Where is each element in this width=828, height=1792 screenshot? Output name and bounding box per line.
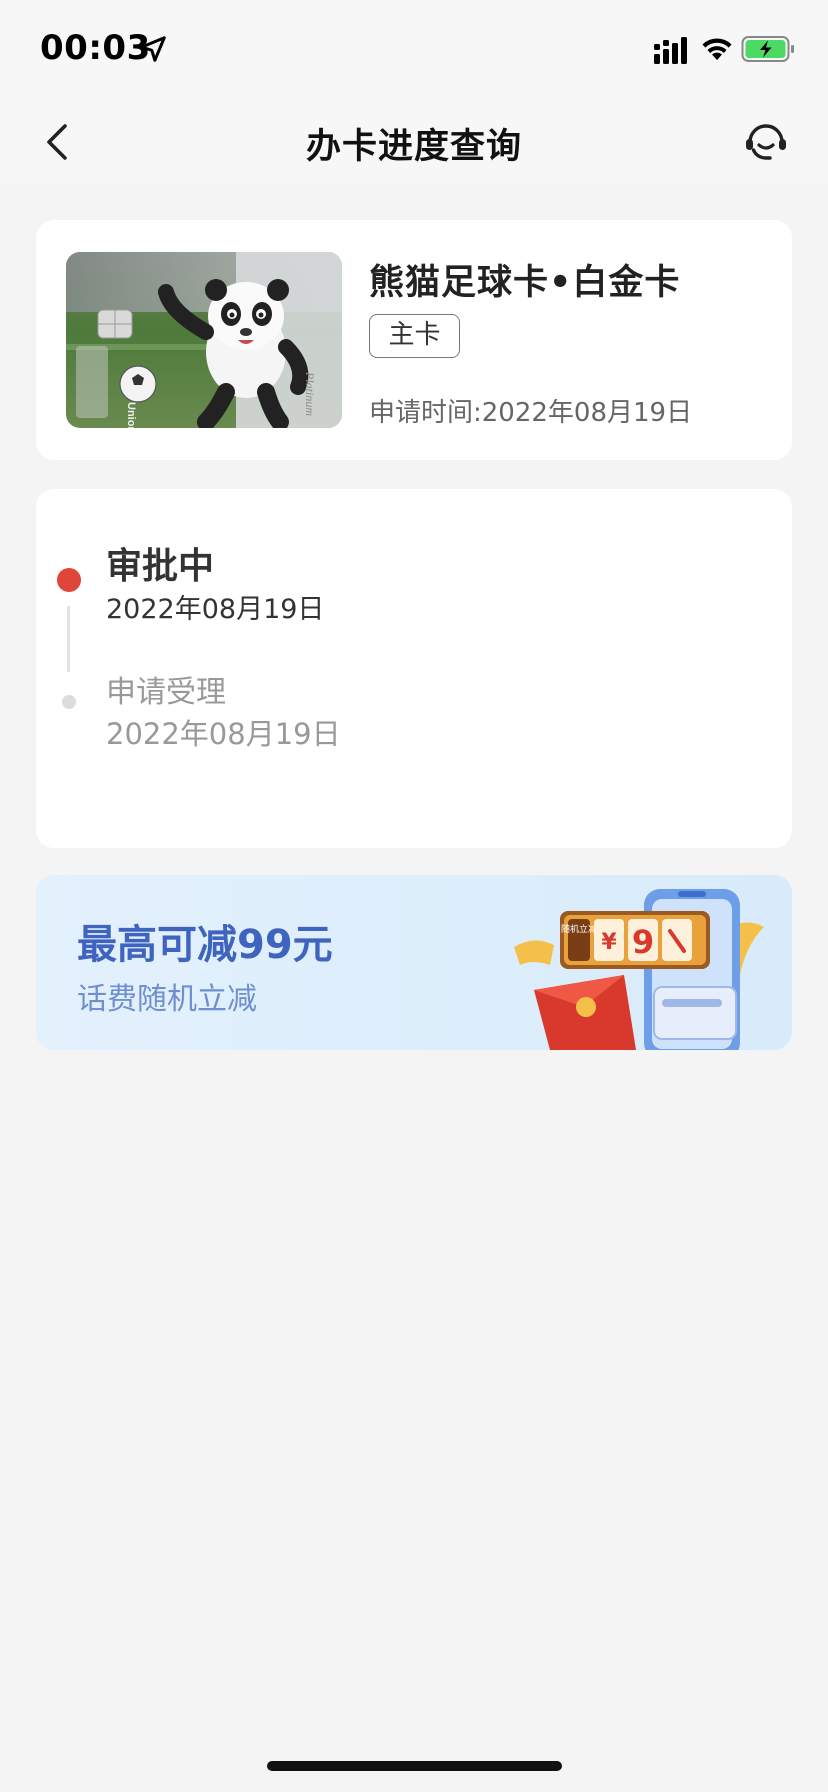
card-info-panel[interactable]: UnionPay Platinum 熊猫足球卡•白金卡 主卡 申请时间:2022… [36, 220, 792, 460]
apply-time: 申请时间:2022年08月19日 [369, 398, 693, 428]
step-title-current: 审批中 [106, 546, 215, 587]
svg-text:Platinum: Platinum [303, 371, 317, 416]
status-time: 00:03 [40, 28, 151, 68]
status-bar: 00:03 [0, 0, 828, 100]
location-arrow-icon [140, 36, 166, 62]
banner-subtitle: 话费随机立减 [77, 982, 257, 1017]
timeline-dot-inactive [62, 695, 76, 709]
promo-banner[interactable]: 最高可减99元 话费随机立减 随机立减 ¥ 9 [36, 875, 792, 1050]
page-title: 办卡进度查询 [305, 127, 522, 167]
nav-bar: 办卡进度查询 [0, 100, 828, 184]
timeline-connector [67, 606, 70, 672]
slot-currency-symbol: ¥ [601, 930, 617, 955]
battery-charging-icon [741, 36, 794, 62]
card-type-tag: 主卡 [369, 314, 460, 358]
home-indicator[interactable] [267, 1761, 562, 1771]
card-name: 熊猫足球卡•白金卡 [369, 263, 681, 303]
svg-text:UnionPay: UnionPay [125, 402, 137, 428]
wifi-icon [702, 38, 732, 60]
customer-service-headset-icon[interactable] [742, 118, 790, 166]
timeline-dot-active [57, 568, 81, 592]
step-date-previous: 2022年08月19日 [106, 717, 341, 751]
slot-digit: 9 [632, 923, 654, 961]
cellular-signal-icon [654, 37, 687, 64]
banner-title: 最高可减99元 [77, 922, 333, 968]
step-title-previous: 申请受理 [106, 675, 226, 710]
panda-football-card-image: UnionPay Platinum [66, 252, 342, 428]
phone-slot-machine-illustration: 随机立减 ¥ 9 [514, 889, 764, 1050]
slot-side-label: 随机立减 [561, 923, 597, 935]
step-date-current: 2022年08月19日 [106, 594, 325, 625]
progress-timeline-panel: 审批中 2022年08月19日 申请受理 2022年08月19日 [36, 489, 792, 848]
